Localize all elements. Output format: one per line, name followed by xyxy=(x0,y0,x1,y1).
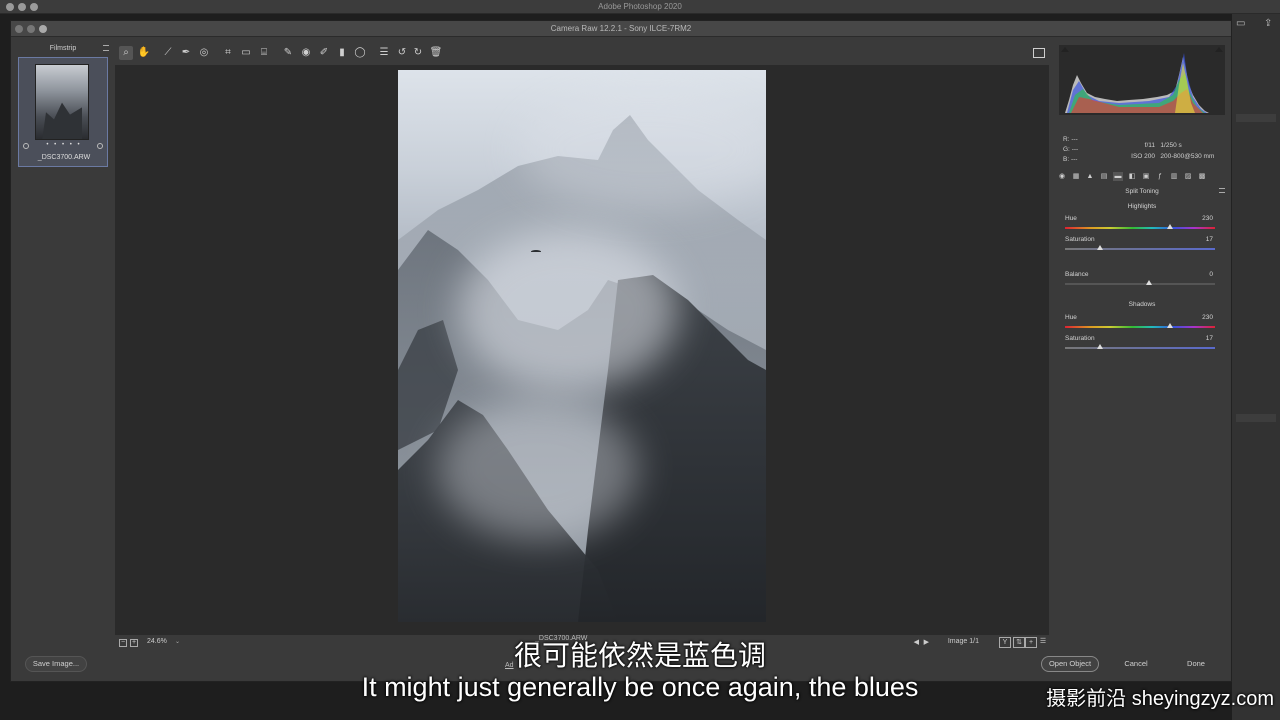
highlights-saturation-thumb[interactable] xyxy=(1097,245,1103,250)
basic-tab-icon[interactable]: ◉ xyxy=(1057,172,1067,181)
fog-layer xyxy=(458,230,678,390)
transform-tab-icon[interactable]: ▣ xyxy=(1141,172,1151,181)
snapshots-tab-icon[interactable]: ▩ xyxy=(1197,172,1207,181)
zoom-tool-icon[interactable]: ⌕ xyxy=(119,46,133,60)
dialog-title: Camera Raw 12.2.1 - Sony ILCE-7RM2 xyxy=(550,24,692,33)
lens-tab-icon[interactable]: ◧ xyxy=(1127,172,1137,181)
highlights-hue-slider[interactable] xyxy=(1065,227,1215,229)
highlights-hue-label: Hue xyxy=(1065,215,1077,222)
highlight-clipping-icon[interactable] xyxy=(1215,47,1223,52)
lens-value: 200-800@530 mm xyxy=(1160,153,1215,160)
image-preview-area[interactable] xyxy=(115,65,1049,635)
highlights-hue-thumb[interactable] xyxy=(1167,224,1173,229)
thumbnail-mountain xyxy=(42,102,82,139)
radial-filter-icon[interactable]: ◯ xyxy=(353,46,367,60)
thumbnail-image xyxy=(35,64,89,140)
crop-tool-icon[interactable]: ⌗ xyxy=(221,46,235,60)
hsl-tab-icon[interactable]: ▤ xyxy=(1099,172,1109,181)
filmstrip-thumbnail[interactable]: • • • • • _DSC3700.ARW xyxy=(18,57,108,167)
highlights-heading: Highlights xyxy=(1127,203,1157,210)
balance-value[interactable]: 0 xyxy=(1187,271,1213,278)
thumbnail-filename: _DSC3700.ARW xyxy=(37,154,91,161)
shadows-hue-slider[interactable] xyxy=(1065,326,1215,328)
toggle-fullscreen-icon[interactable] xyxy=(1033,48,1045,58)
color-sampler-tool-icon[interactable]: ✒ xyxy=(179,46,193,60)
highlights-saturation-slider[interactable] xyxy=(1065,248,1215,250)
split-toning-tab-icon[interactable]: ▬ xyxy=(1113,172,1123,181)
shadows-hue-label: Hue xyxy=(1065,314,1077,321)
workspace-switch-icon[interactable]: ▭ xyxy=(1236,18,1245,29)
panel-title: Split Toning xyxy=(1125,188,1159,195)
preferences-icon[interactable]: ☰ xyxy=(377,46,391,60)
graduated-filter-icon[interactable]: ▮ xyxy=(335,46,349,60)
r-label: R: xyxy=(1063,136,1070,143)
photoshop-side-panel xyxy=(1232,14,1280,720)
filmstrip-menu-icon[interactable] xyxy=(103,45,109,51)
adjustment-panel: R: --- G: --- B: --- f/11 1/250 s ISO 20… xyxy=(1055,43,1229,653)
white-balance-tool-icon[interactable]: ⟋ xyxy=(161,46,175,60)
trash-icon[interactable]: 🗑 xyxy=(429,46,443,60)
rgb-readout: R: --- G: --- B: --- xyxy=(1063,135,1078,165)
shadows-hue-thumb[interactable] xyxy=(1167,323,1173,328)
transform-tool-icon[interactable]: ⌸ xyxy=(257,46,271,60)
shadow-clipping-icon[interactable] xyxy=(1061,47,1069,52)
photoshop-titlebar: Adobe Photoshop 2020 xyxy=(0,0,1280,14)
camera-raw-dialog: Camera Raw 12.2.1 - Sony ILCE-7RM2 Films… xyxy=(10,20,1232,682)
tool-bar: ⌕ ✋ ⟋ ✒ ◎ ⌗ ▭ ⌸ ✎ ◉ ✐ ▮ ◯ ☰ ↺ ↻ 🗑 xyxy=(115,43,1049,63)
rotate-right-icon[interactable] xyxy=(97,143,103,149)
effects-tab-icon[interactable]: ƒ xyxy=(1155,172,1165,181)
rotate-right-icon[interactable]: ↻ xyxy=(411,46,425,60)
red-eye-tool-icon[interactable]: ◉ xyxy=(299,46,313,60)
adjustment-brush-icon[interactable]: ✐ xyxy=(317,46,331,60)
share-icon[interactable]: ⇪ xyxy=(1264,18,1272,29)
balance-label: Balance xyxy=(1065,271,1089,278)
highlights-hue-value[interactable]: 230 xyxy=(1187,215,1213,222)
dialog-titlebar: Camera Raw 12.2.1 - Sony ILCE-7RM2 xyxy=(11,21,1231,37)
straighten-tool-icon[interactable]: ▭ xyxy=(239,46,253,60)
spot-removal-tool-icon[interactable]: ✎ xyxy=(281,46,295,60)
shadows-saturation-label: Saturation xyxy=(1065,335,1095,342)
fog-layer xyxy=(518,90,766,210)
calibration-tab-icon[interactable]: ▥ xyxy=(1169,172,1179,181)
iso-value: ISO 200 xyxy=(1131,153,1155,160)
shadows-hue-value[interactable]: 230 xyxy=(1187,314,1213,321)
balance-slider[interactable] xyxy=(1065,283,1215,285)
preview-photo xyxy=(398,70,766,622)
filmstrip-panel: Filmstrip • • • • • _DSC3700.ARW xyxy=(15,43,111,643)
app-title: Adobe Photoshop 2020 xyxy=(598,2,682,11)
shadows-saturation-slider[interactable] xyxy=(1065,347,1215,349)
shutter-value: 1/250 s xyxy=(1160,142,1182,149)
targeted-adjustment-tool-icon[interactable]: ◎ xyxy=(197,46,211,60)
exif-info: f/11 1/250 s ISO 200 200-800@530 mm xyxy=(1123,140,1214,162)
highlights-saturation-label: Saturation xyxy=(1065,236,1095,243)
r-value: --- xyxy=(1071,136,1078,143)
histogram xyxy=(1059,45,1225,115)
g-label: G: xyxy=(1063,146,1070,153)
rotate-left-icon[interactable]: ↺ xyxy=(395,46,409,60)
panel-menu-icon[interactable] xyxy=(1219,188,1225,193)
highlights-saturation-value[interactable]: 17 xyxy=(1187,236,1213,243)
panel-tab[interactable] xyxy=(1236,414,1276,422)
site-watermark: 摄影前沿 sheyingzyz.com xyxy=(1046,688,1274,710)
b-value: --- xyxy=(1070,156,1078,163)
b-label: B: xyxy=(1063,156,1070,163)
balance-thumb[interactable] xyxy=(1146,280,1152,285)
shadows-heading: Shadows xyxy=(1128,301,1156,308)
hand-tool-icon[interactable]: ✋ xyxy=(137,46,151,60)
aperture-value: f/11 xyxy=(1144,142,1155,149)
filmstrip-title: Filmstrip xyxy=(49,45,77,52)
histogram-graph xyxy=(1065,53,1209,113)
bird-silhouette xyxy=(531,250,541,253)
presets-tab-icon[interactable]: ▨ xyxy=(1183,172,1193,181)
tone-curve-tab-icon[interactable]: ▦ xyxy=(1071,172,1081,181)
panel-tab-bar: ◉ ▦ ▲ ▤ ▬ ◧ ▣ ƒ ▥ ▨ ▩ xyxy=(1057,171,1227,183)
g-value: --- xyxy=(1071,146,1079,153)
shadows-saturation-value[interactable]: 17 xyxy=(1187,335,1213,342)
chinese-subtitle: 很可能依然是蓝色调 xyxy=(513,640,766,671)
fog-layer xyxy=(438,400,638,540)
panel-tab[interactable] xyxy=(1236,114,1276,122)
detail-tab-icon[interactable]: ▲ xyxy=(1085,172,1095,181)
star-rating[interactable]: • • • • • xyxy=(19,142,109,148)
shadows-saturation-thumb[interactable] xyxy=(1097,344,1103,349)
